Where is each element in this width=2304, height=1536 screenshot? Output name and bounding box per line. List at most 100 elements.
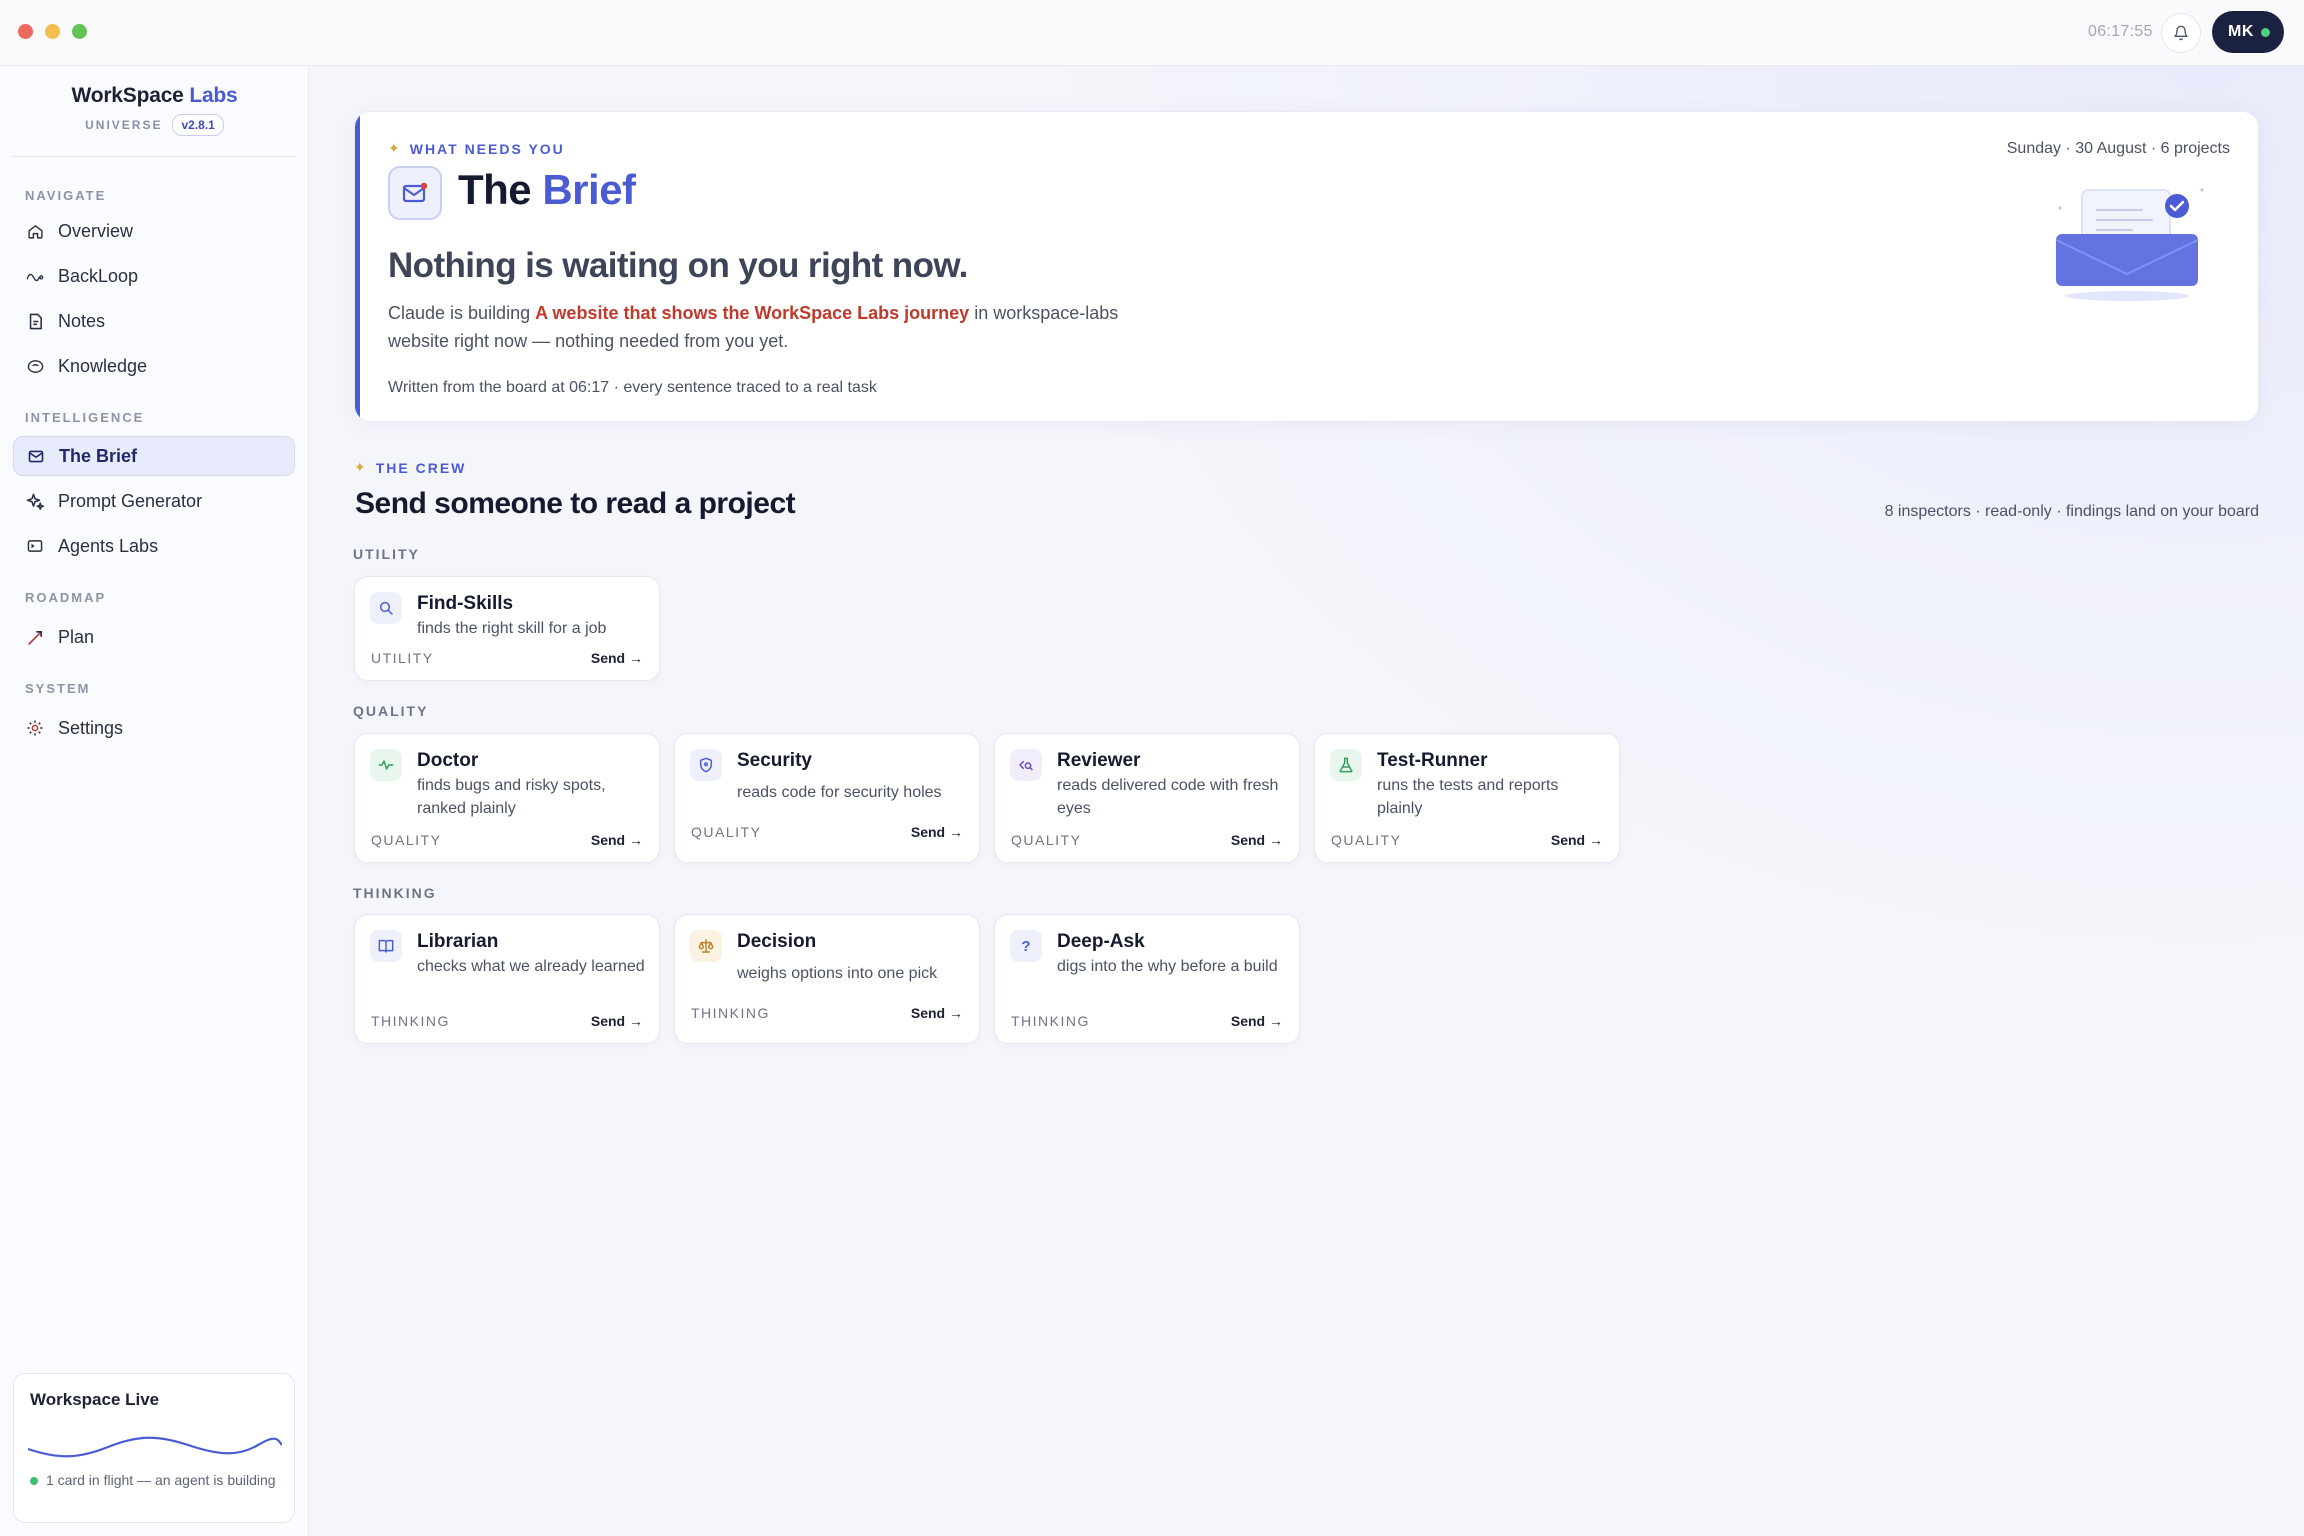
send-button[interactable]: Send → — [1231, 1013, 1283, 1029]
sidebar-item-label: Knowledge — [58, 355, 148, 376]
card-tag: QUALITY — [1011, 832, 1082, 848]
send-button[interactable]: Send → — [1551, 832, 1603, 848]
sidebar-item-label: Plan — [58, 626, 95, 647]
crew-meta: 8 inspectors · read-only · findings land… — [1884, 503, 2259, 520]
send-button[interactable]: Send → — [1231, 832, 1283, 848]
card-description: runs the tests and reports plainly — [1377, 777, 1559, 817]
send-button[interactable]: Send → — [591, 1013, 643, 1029]
window-controls — [18, 24, 87, 39]
live-card-title: Workspace Live — [30, 1390, 160, 1409]
crew-eyebrow: ✦ THE CREW — [354, 459, 466, 476]
inspector-card-find-skills[interactable]: Find-Skills finds the right skill for a … — [354, 576, 660, 681]
page-title-main: The — [458, 166, 532, 213]
card-name: Decision — [737, 931, 817, 952]
mail-icon — [27, 447, 45, 465]
sidebar-item-backloop[interactable]: BackLoop — [13, 256, 295, 296]
inspector-card-security[interactable]: Security reads code for security holes Q… — [674, 733, 980, 863]
brief-eyebrow-text: WHAT NEEDS YOU — [409, 140, 565, 157]
terminal-icon — [26, 537, 44, 555]
activity-wave-graphic — [28, 1436, 282, 1458]
inspector-card-test-runner[interactable]: Test-Runner runs the tests and reports p… — [1314, 733, 1620, 863]
notifications-button[interactable] — [2161, 13, 2201, 53]
card-description: reads code for security holes — [737, 784, 942, 801]
bell-icon — [2174, 25, 2188, 41]
send-button[interactable]: Send → — [591, 832, 643, 848]
sidebar-item-the-brief[interactable]: The Brief — [13, 436, 295, 476]
inspector-card-reviewer[interactable]: Reviewer reads delivered code with fresh… — [994, 733, 1300, 863]
inspector-card-deep-ask[interactable]: ? Deep-Ask digs into the why before a bu… — [994, 914, 1300, 1044]
title-bar: 06:17:55 MK — [0, 0, 2304, 66]
sidebar-item-agents-labs[interactable]: Agents Labs — [13, 526, 295, 566]
section-roadmap: ROADMAP — [25, 590, 107, 605]
sparkle-icon: ✦ — [388, 140, 400, 156]
home-icon — [26, 222, 44, 240]
brief-body-pre: Claude is building — [388, 303, 536, 323]
card-name: Find-Skills — [417, 593, 514, 614]
card-tag: THINKING — [371, 1013, 450, 1029]
card-description: checks what we already learned — [417, 958, 645, 975]
card-tag: THINKING — [691, 1005, 770, 1021]
pulse-icon — [370, 749, 402, 781]
brief-date-meta: Sunday · 30 August · 6 projects — [2006, 140, 2230, 157]
card-name: Test-Runner — [1377, 750, 1488, 771]
card-name: Reviewer — [1057, 750, 1141, 771]
close-window-button[interactable] — [18, 24, 33, 39]
brief-project-link[interactable]: A website that shows the WorkSpace Labs … — [535, 303, 969, 323]
brief-accent-bar — [355, 112, 360, 421]
brief-footer: Written from the board at 06:17 · every … — [388, 379, 877, 396]
maximize-window-button[interactable] — [72, 24, 87, 39]
inspector-card-librarian[interactable]: Librarian checks what we already learned… — [354, 914, 660, 1044]
inspector-card-decision[interactable]: Decision weighs options into one pick TH… — [674, 914, 980, 1044]
inspector-card-doctor[interactable]: Doctor finds bugs and risky spots, ranke… — [354, 733, 660, 863]
brand-subline: UNIVERSE v2.8.1 — [0, 114, 309, 136]
send-button[interactable]: Send → — [591, 650, 643, 666]
card-description: reads delivered code with fresh eyes — [1057, 777, 1279, 817]
sidebar-item-prompt-generator[interactable]: Prompt Generator — [13, 481, 295, 521]
code-review-icon — [1010, 749, 1042, 781]
sidebar-item-label: BackLoop — [58, 265, 139, 286]
section-navigate: NAVIGATE — [25, 188, 107, 203]
card-description: digs into the why before a build — [1057, 958, 1278, 975]
card-tag: QUALITY — [691, 824, 762, 840]
card-description: weighs options into one pick — [737, 965, 938, 982]
user-avatar-button[interactable]: MK — [2212, 11, 2284, 53]
sidebar-item-label: Agents Labs — [58, 535, 159, 556]
sidebar-item-plan[interactable]: Plan — [13, 617, 295, 657]
card-name: Security — [737, 750, 812, 771]
mail-icon — [402, 182, 428, 203]
sidebar-item-label: Notes — [58, 310, 106, 331]
flask-icon — [1330, 749, 1362, 781]
sidebar-item-label: The Brief — [59, 445, 138, 466]
page-title: The Brief — [458, 166, 636, 214]
brand-universe-label: UNIVERSE — [85, 118, 163, 132]
shield-icon — [690, 749, 722, 781]
brief-headline: Nothing is waiting on you right now. — [388, 246, 968, 285]
crew-eyebrow-text: THE CREW — [375, 459, 467, 476]
question-icon: ? — [1010, 930, 1042, 962]
minimize-window-button[interactable] — [45, 24, 60, 39]
card-description: finds bugs and risky spots, ranked plain… — [417, 777, 606, 817]
send-button[interactable]: Send → — [911, 824, 963, 840]
brief-eyebrow: ✦ WHAT NEEDS YOU — [388, 140, 565, 157]
online-status-dot — [2261, 28, 2270, 37]
brain-icon — [26, 357, 44, 375]
page-title-accent: Brief — [542, 166, 636, 213]
send-button[interactable]: Send → — [911, 1005, 963, 1021]
sidebar-item-overview[interactable]: Overview — [13, 211, 295, 251]
sidebar-item-label: Overview — [58, 220, 134, 241]
sidebar: WorkSpace Labs UNIVERSE v2.8.1 NAVIGATE … — [0, 66, 309, 1536]
brief-mail-icon-tile — [388, 166, 442, 220]
sidebar-item-notes[interactable]: Notes — [13, 301, 295, 341]
card-tag: THINKING — [1011, 1013, 1090, 1029]
live-status-dot — [30, 1477, 38, 1485]
sidebar-item-settings[interactable]: Settings — [13, 708, 295, 748]
version-badge: v2.8.1 — [172, 114, 224, 136]
trend-icon — [26, 628, 44, 646]
group-label-quality: QUALITY — [353, 703, 429, 719]
brand: WorkSpace Labs UNIVERSE v2.8.1 — [0, 84, 309, 136]
sidebar-item-knowledge[interactable]: Knowledge — [13, 346, 295, 386]
group-label-thinking: THINKING — [353, 885, 437, 901]
section-system: SYSTEM — [25, 681, 91, 696]
workspace-live-card[interactable]: Workspace Live 1 card in flight — an age… — [13, 1373, 295, 1523]
brief-card: ✦ WHAT NEEDS YOU The Brief Sunday · 30 A… — [354, 111, 2259, 422]
